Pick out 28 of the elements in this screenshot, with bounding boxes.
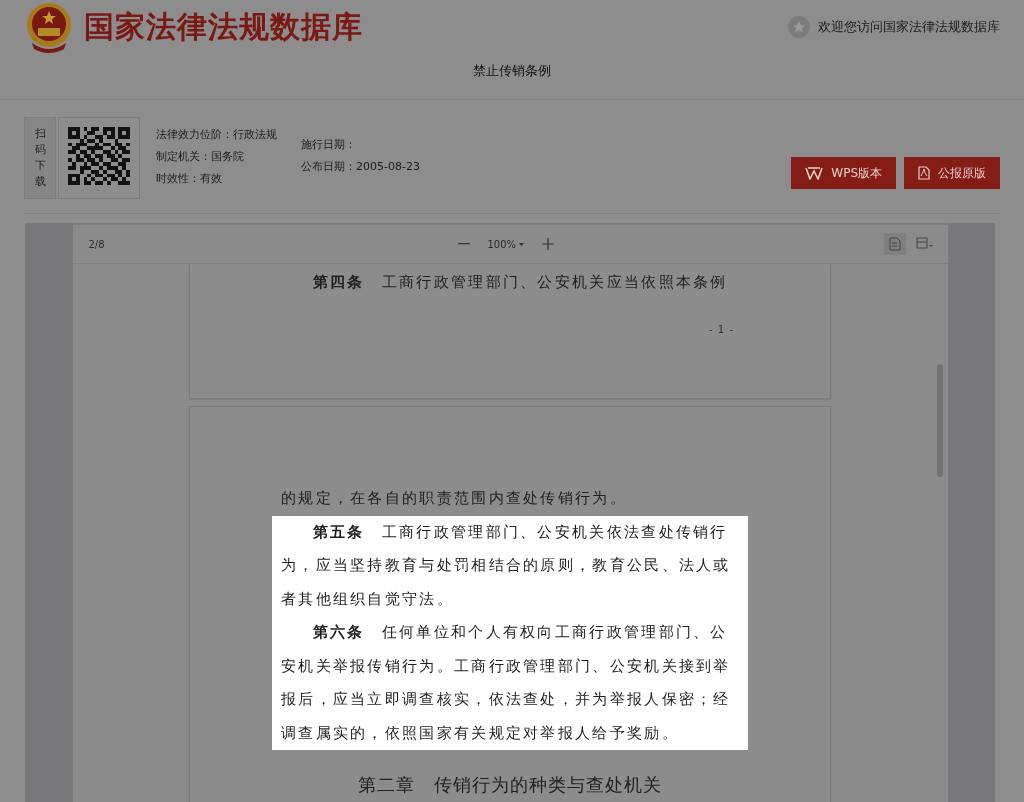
caret-icon [519,242,525,246]
metadata-text: 法律效力位阶：行政法规 [156,127,277,142]
welcome-text: 欢迎您访问国家法律法规数据库 [818,18,1000,36]
page-indicator: 2/8 [88,238,105,250]
zoom-select[interactable]: 100% [487,238,525,250]
w-logo-icon [805,166,824,180]
article-paragraph: 第六条 任何单位和个人有权向工商行政管理部门、公安机关举报传销行为。工商行政管理部门、公安机关接到举报后，应当立即调查核实，依法查处，并为举报人保密；经调查属实的，依照国家有关规定对举报人给予奖励。 [272,616,748,750]
site-title: 国家法律法规数据库 [84,7,363,46]
document-title: 禁止传销条例 [472,62,552,80]
page-view-button[interactable] [883,233,906,255]
metadata-text: 施行日期： [301,137,357,152]
scan-download-label: 扫码下载 [24,117,56,199]
document-icon [888,237,901,251]
download-button[interactable]: 公报原版 [904,157,1000,189]
document-icon [918,166,930,180]
page-number: - 1 - [709,323,734,335]
metadata-text: 公布日期：2005-08-23 [301,159,420,174]
metadata-text: 时效性：有效 [156,171,223,186]
download-button[interactable]: WPS版本 [791,157,896,189]
zoom-in-icon[interactable] [542,238,555,250]
chapter-heading: 第二章 传销行为的种类与查处机关 [357,773,663,797]
article-paragraph: 的规定，在各自的职责范围内查处传销行为。 [280,488,628,509]
metadata-text: 制定机关：国务院 [156,149,245,164]
layout-icon [915,237,934,251]
article-paragraph: 第五条 工商行政管理部门、公安机关依法查处传销行为，应当坚持教育与处罚相结合的原则，教育公民、法人或者其他组织自觉守法。 [272,515,748,616]
scrollbar-thumb[interactable] [936,364,943,477]
national-emblem-icon [24,1,74,53]
article-paragraph: 第四条 工商行政管理部门、公安机关应当依照本条例 [311,272,729,293]
